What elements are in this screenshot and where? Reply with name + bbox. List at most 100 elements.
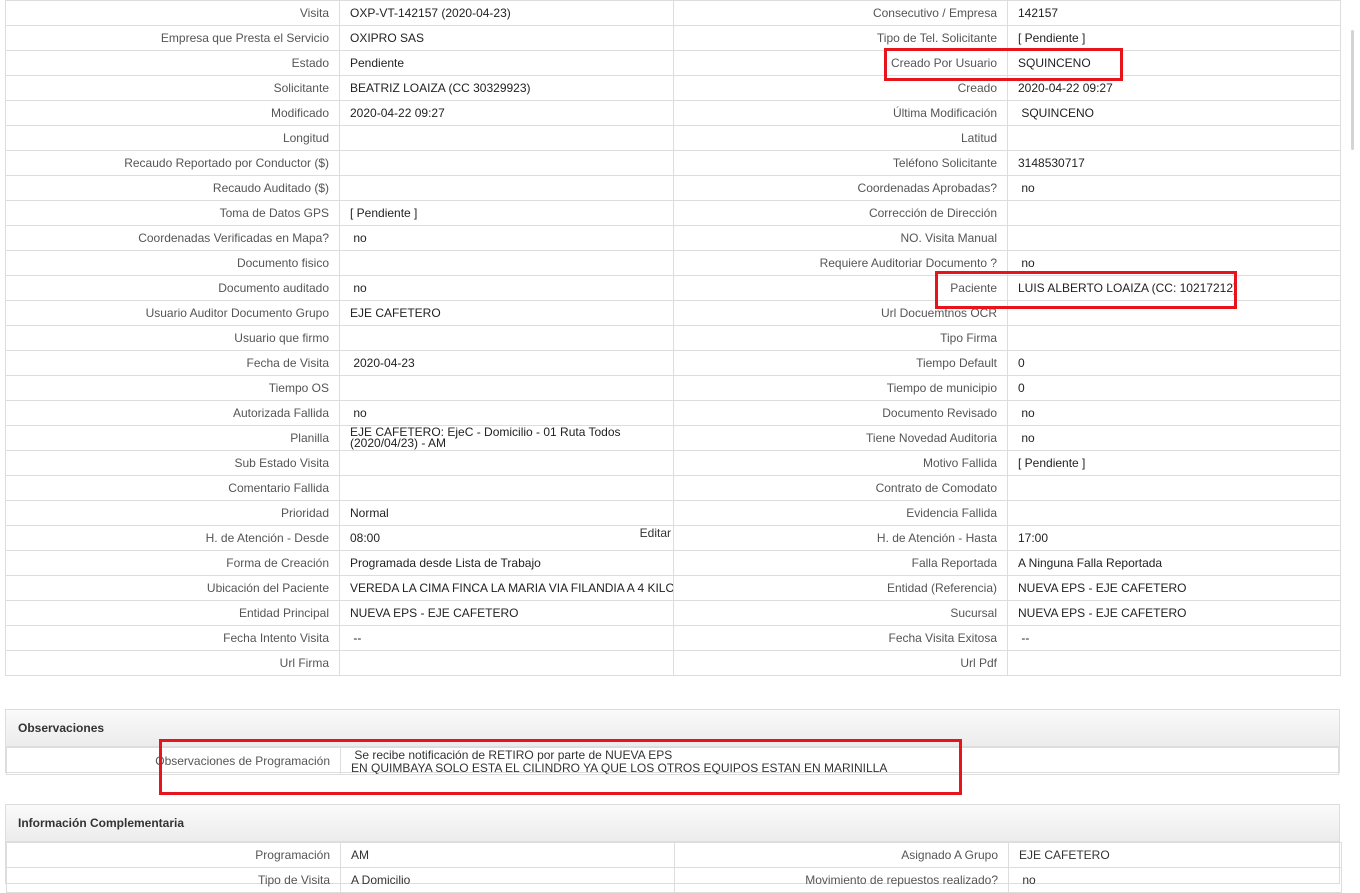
requiere-auditoriar-documento-value: no <box>1007 250 1341 276</box>
toma-de-datos-gps-label: Toma de Datos GPS <box>5 200 340 226</box>
fecha-visita-exitosa-value: -- <box>1007 625 1341 651</box>
creado-value: 2020-04-22 09:27 <box>1007 75 1341 101</box>
programacion-value: AM <box>340 842 675 868</box>
table-row: Solicitante BEATRIZ LOAIZA (CC 30329923) C… <box>5 75 1341 101</box>
fecha-visita-exitosa-label: Fecha Visita Exitosa <box>673 625 1008 651</box>
table-row: Tipo de Visita A Domicilio Movimiento de r… <box>6 867 1342 893</box>
tiempo-os-label: Tiempo OS <box>5 375 340 401</box>
tiene-novedad-auditoria-value: no <box>1007 425 1341 451</box>
tipo-de-tel-solicitante-label: Tipo de Tel. Solicitante <box>673 25 1008 51</box>
fecha-de-visita-value: 2020-04-23 <box>339 350 674 376</box>
table-row: Recaudo Reportado por Conductor ($) Teléf… <box>5 150 1341 176</box>
creado-por-usuario-value: SQUINCENO <box>1007 50 1341 76</box>
table-row: Longitud Latitud <box>5 125 1341 151</box>
requiere-auditoriar-documento-label: Requiere Auditoriar Documento ? <box>673 250 1008 276</box>
table-row: Empresa que Presta el Servicio OXIPRO SAS… <box>5 25 1341 51</box>
tipo-de-tel-solicitante-value: [ Pendiente ] <box>1007 25 1341 51</box>
table-row: Recaudo Auditado ($) Coordenadas Aprobada… <box>5 175 1341 201</box>
table-row: Coordenadas Verificadas en Mapa? no NO. V… <box>5 225 1341 251</box>
page-scrollbar[interactable] <box>1344 0 1360 879</box>
autorizada-fallida-value: no <box>339 400 674 426</box>
longitud-label: Longitud <box>5 125 340 151</box>
table-row: Prioridad Normal Evidencia Fallida <box>5 500 1341 526</box>
table-row: Tiempo OS Tiempo de municipio 0 <box>5 375 1341 401</box>
evidencia-fallida-value <box>1007 500 1341 526</box>
sub-estado-visita-value <box>339 450 674 476</box>
documento-auditado-label: Documento auditado <box>5 275 340 301</box>
motivo-fallida-value: [ Pendiente ] <box>1007 450 1341 476</box>
informacion-complementaria-panel: Información Complementaria Programación A… <box>5 804 1342 893</box>
empresa-que-presta-el-servicio-label: Empresa que Presta el Servicio <box>5 25 340 51</box>
ultima-modificacion-label: Última Modificación <box>673 100 1008 126</box>
movimiento-de-repuestos-realizado-value: no <box>1008 867 1342 893</box>
table-row: Entidad Principal NUEVA EPS - EJE CAFETER… <box>5 600 1341 626</box>
planilla-value: EJE CAFETERO: EjeC - Domicilio - 01 Ruta… <box>339 425 674 451</box>
sub-estado-visita-label: Sub Estado Visita <box>5 450 340 476</box>
paciente-value: LUIS ALBERTO LOAIZA (CC: 10217212) <box>1007 275 1341 301</box>
entidad-referencia-value: NUEVA EPS - EJE CAFETERO <box>1007 575 1341 601</box>
longitud-value <box>339 125 674 151</box>
table-row: Fecha de Visita 2020-04-23 Tiempo Default… <box>5 350 1341 376</box>
consecutivo-empresa-label: Consecutivo / Empresa <box>673 0 1008 26</box>
asignado-a-grupo-value: EJE CAFETERO <box>1008 842 1342 868</box>
usuario-auditor-documento-grupo-value: EJE CAFETERO <box>339 300 674 326</box>
ubicacion-del-paciente-label: Ubicación del Paciente <box>5 575 340 601</box>
entidad-referencia-label: Entidad (Referencia) <box>673 575 1008 601</box>
modificado-label: Modificado <box>5 100 340 126</box>
table-row: Autorizada Fallida no Documento Revisado … <box>5 400 1341 426</box>
informacion-complementaria-heading: Información Complementaria <box>6 805 1339 842</box>
programacion-label: Programación <box>6 842 341 868</box>
fecha-intento-visita-value: -- <box>339 625 674 651</box>
creado-por-usuario-label: Creado Por Usuario <box>673 50 1008 76</box>
motivo-fallida-label: Motivo Fallida <box>673 450 1008 476</box>
edit-link[interactable]: Editar <box>640 527 671 539</box>
toma-de-datos-gps-value: [ Pendiente ] <box>339 200 674 226</box>
tiene-novedad-auditoria-label: Tiene Novedad Auditoria <box>673 425 1008 451</box>
h-de-atencion-desde-label: H. de Atención - Desde <box>5 525 340 551</box>
table-row: Planilla EJE CAFETERO: EjeC - Domicilio -… <box>5 425 1341 451</box>
informacion-complementaria-table: Programación AM Asignado A Grupo EJE CAFETE… <box>6 842 1342 893</box>
observaciones-heading: Observaciones <box>6 710 1339 747</box>
table-row: Usuario que firmo Tipo Firma <box>5 325 1341 351</box>
table-row: Comentario Fallida Contrato de Comodato <box>5 475 1341 501</box>
sucursal-value: NUEVA EPS - EJE CAFETERO <box>1007 600 1341 626</box>
entidad-principal-value: NUEVA EPS - EJE CAFETERO <box>339 600 674 626</box>
coordenadas-verificadas-en-mapa-label: Coordenadas Verificadas en Mapa? <box>5 225 340 251</box>
scrollbar-thumb[interactable] <box>1351 30 1354 150</box>
recaudo-auditado-label: Recaudo Auditado ($) <box>5 175 340 201</box>
observaciones-programacion-value: Se recibe notificación de RETIRO por par… <box>340 747 1339 775</box>
correccion-de-direccion-label: Corrección de Dirección <box>673 200 1008 226</box>
h-de-atencion-hasta-value: 17:00 <box>1007 525 1341 551</box>
table-row: Ubicación del Paciente VEREDA LA CIMA FIN… <box>5 575 1341 601</box>
tipo-de-visita-label: Tipo de Visita <box>6 867 341 893</box>
falla-reportada-label: Falla Reportada <box>673 550 1008 576</box>
observaciones-panel: Observaciones Observaciones de Programac… <box>5 709 1340 775</box>
coordenadas-aprobadas-label: Coordenadas Aprobadas? <box>673 175 1008 201</box>
documento-auditado-value: no <box>339 275 674 301</box>
prioridad-value: Normal <box>339 500 674 526</box>
movimiento-de-repuestos-realizado-label: Movimiento de repuestos realizado? <box>674 867 1009 893</box>
creado-label: Creado <box>673 75 1008 101</box>
table-row: Documento auditado no Paciente LUIS ALBERT… <box>5 275 1341 301</box>
table-row: Usuario Auditor Documento Grupo EJE CAFET… <box>5 300 1341 326</box>
tiempo-de-municipio-value: 0 <box>1007 375 1341 401</box>
comentario-fallida-value <box>339 475 674 501</box>
forma-de-creacion-label: Forma de Creación <box>5 550 340 576</box>
tiempo-default-value: 0 <box>1007 350 1341 376</box>
evidencia-fallida-label: Evidencia Fallida <box>673 500 1008 526</box>
sucursal-label: Sucursal <box>673 600 1008 626</box>
tiempo-os-value <box>339 375 674 401</box>
table-row: Modificado 2020-04-22 09:27 Última Modific… <box>5 100 1341 126</box>
usuario-auditor-documento-grupo-label: Usuario Auditor Documento Grupo <box>5 300 340 326</box>
prioridad-label: Prioridad <box>5 500 340 526</box>
tiempo-default-label: Tiempo Default <box>673 350 1008 376</box>
observaciones-line-2: EN QUIMBAYA SOLO ESTA EL CILINDRO YA QUE… <box>351 761 888 775</box>
contrato-de-comodato-value <box>1007 475 1341 501</box>
hora-desde-text: 08:00 <box>350 531 381 545</box>
ultima-modificacion-value: SQUINCENO <box>1007 100 1341 126</box>
table-row: Forma de Creación Programada desde Lista … <box>5 550 1341 576</box>
url-pdf-value <box>1007 650 1341 676</box>
tipo-de-visita-value: A Domicilio <box>340 867 675 893</box>
asignado-a-grupo-label: Asignado A Grupo <box>674 842 1009 868</box>
solicitante-value: BEATRIZ LOAIZA (CC 30329923) <box>339 75 674 101</box>
